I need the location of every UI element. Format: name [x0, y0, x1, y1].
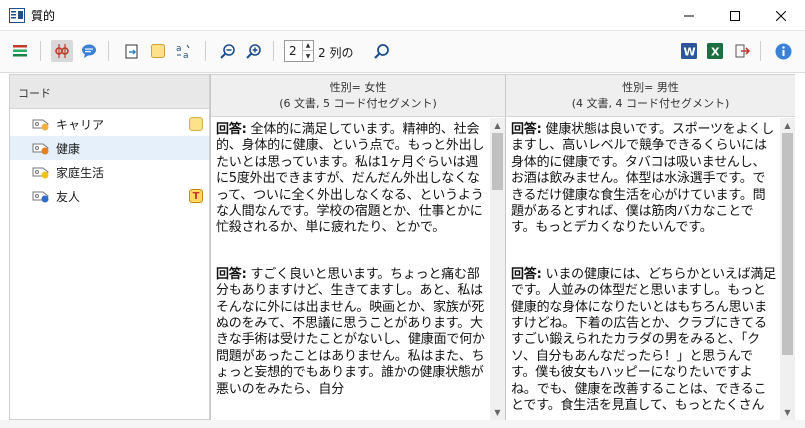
segment-text: いまの健康には、どちらかといえば満足です。人並みの体型だと思いますし。もっと健康…	[511, 266, 776, 414]
memo-icon[interactable]	[189, 117, 203, 131]
segment-text: 全体的に満足しています。精神的、社会的、身体的に健康、という点で。もっと外出した…	[216, 122, 485, 236]
columns-stepper[interactable]: 2 ▲ ▼	[284, 40, 314, 62]
translate-icon[interactable]: aa	[173, 40, 195, 62]
excel-export-icon[interactable]: X	[704, 40, 726, 62]
toolbar-separator	[205, 41, 206, 61]
close-button[interactable]	[758, 0, 804, 31]
scroll-down-icon[interactable]: ▼	[490, 405, 505, 420]
segment[interactable]: 回答: すごく良いと思います。ちょっと痛む部分もありますけど、生きてますし。あと…	[216, 267, 486, 398]
export-icon[interactable]	[121, 40, 143, 62]
code-label: 健康	[56, 141, 81, 156]
svg-text:W: W	[684, 46, 696, 59]
comparison-column-male: 性別= 男性 (4 文書, 4 コード付セグメント) 回答: 健康状態は良いです…	[505, 74, 795, 420]
app-icon	[9, 8, 25, 23]
title-bar: 質的	[0, 0, 805, 31]
toolbar-separator	[40, 41, 41, 61]
zoom-out-icon[interactable]	[217, 40, 239, 62]
minimize-button[interactable]	[666, 0, 712, 31]
segment-label: 回答:	[216, 122, 247, 137]
code-label: 家庭生活	[56, 165, 105, 180]
segment-label: 回答:	[511, 266, 542, 282]
code-tag-icon	[32, 167, 49, 179]
maximize-button[interactable]	[712, 0, 758, 31]
columns-label: 2 列の	[318, 46, 354, 60]
stepper-up-icon[interactable]: ▲	[302, 41, 313, 51]
column-segments: 回答: 全体的に満足しています。精神的、社会的、身体的に健康、という点で。もっと…	[211, 118, 490, 420]
segment-label: 回答:	[511, 122, 542, 137]
code-filter-icon[interactable]	[51, 40, 73, 62]
column-segments: 回答: 健康状態は良いです。スポーツをよくしますし、高いレベルで競争できるくらい…	[506, 118, 780, 420]
code-item-family-life[interactable]: 家庭生活	[10, 160, 209, 184]
status-bar	[0, 420, 805, 428]
zoom-in-icon[interactable]	[243, 40, 265, 62]
svg-text:X: X	[711, 46, 720, 59]
scroll-thumb[interactable]	[782, 133, 793, 355]
toolbar: aa 2 ▲ ▼ 2 列の W X	[0, 31, 805, 73]
column-header-subtitle: (6 文書, 5 コード付セグメント)	[279, 97, 437, 110]
segment[interactable]: 回答: 健康状態は良いです。スポーツをよくしますし、高いレベルで競争できるくらい…	[511, 122, 776, 237]
scroll-down-icon[interactable]: ▼	[780, 405, 795, 420]
code-tag-icon	[32, 191, 49, 203]
code-item-career[interactable]: キャリア	[10, 112, 209, 136]
word-export-icon[interactable]: W	[678, 40, 700, 62]
codes-header: コード	[10, 75, 209, 109]
text-memo-badge[interactable]: T	[189, 189, 203, 203]
memo-icon[interactable]	[147, 40, 169, 62]
svg-text:a: a	[183, 51, 189, 60]
scroll-up-icon[interactable]: ▲	[490, 118, 505, 133]
stepper-down-icon[interactable]: ▼	[302, 51, 313, 61]
codes-panel: コード キャリア 健康 家庭生活 友人 T	[9, 74, 210, 420]
segment-text: すごく良いと思います。ちょっと痛む部分もありますけど、生きてますし。あと、私はそ…	[216, 266, 485, 397]
svg-text:a: a	[176, 44, 182, 54]
toolbar-separator	[108, 41, 109, 61]
column-header-title: 性別= 女性	[329, 81, 387, 94]
toolbar-separator	[760, 41, 761, 61]
exit-icon[interactable]	[731, 40, 753, 62]
segment-label: 回答:	[216, 266, 247, 282]
segment[interactable]: 回答: 全体的に満足しています。精神的、社会的、身体的に健康、という点で。もっと…	[216, 122, 486, 237]
column-header: 性別= 男性 (4 文書, 4 コード付セグメント)	[506, 75, 795, 117]
columns-stepper-value: 2	[289, 44, 297, 58]
column-header: 性別= 女性 (6 文書, 5 コード付セグメント)	[211, 75, 505, 117]
info-icon[interactable]	[772, 40, 794, 62]
comparison-column-female: 性別= 女性 (6 文書, 5 コード付セグメント) 回答: 全体的に満足してい…	[210, 74, 505, 420]
column-header-subtitle: (4 文書, 4 コード付セグメント)	[571, 97, 730, 110]
comment-icon[interactable]	[78, 40, 100, 62]
vertical-scrollbar[interactable]: ▲ ▼	[490, 118, 505, 420]
segment[interactable]: 回答: いまの健康には、どちらかといえば満足です。人並みの体型だと思いますし。も…	[511, 267, 776, 415]
list-view-icon[interactable]	[9, 40, 31, 62]
column-header-title: 性別= 男性	[622, 81, 679, 94]
code-tag-icon	[32, 143, 49, 155]
search-icon[interactable]	[371, 40, 393, 62]
vertical-scrollbar[interactable]: ▲ ▼	[780, 118, 795, 420]
code-label: キャリア	[56, 117, 105, 132]
scroll-thumb[interactable]	[492, 133, 503, 190]
code-item-friends[interactable]: 友人 T	[10, 184, 209, 208]
code-label: 友人	[56, 189, 81, 204]
segment-text: 健康状態は良いです。スポーツをよくしますし、高いレベルで競争できるくらいには身体…	[511, 122, 774, 236]
toolbar-separator	[273, 41, 274, 61]
code-item-health[interactable]: 健康	[10, 136, 209, 160]
code-tag-icon	[32, 119, 49, 131]
scroll-up-icon[interactable]: ▲	[780, 118, 795, 133]
window-title: 質的	[31, 9, 56, 23]
